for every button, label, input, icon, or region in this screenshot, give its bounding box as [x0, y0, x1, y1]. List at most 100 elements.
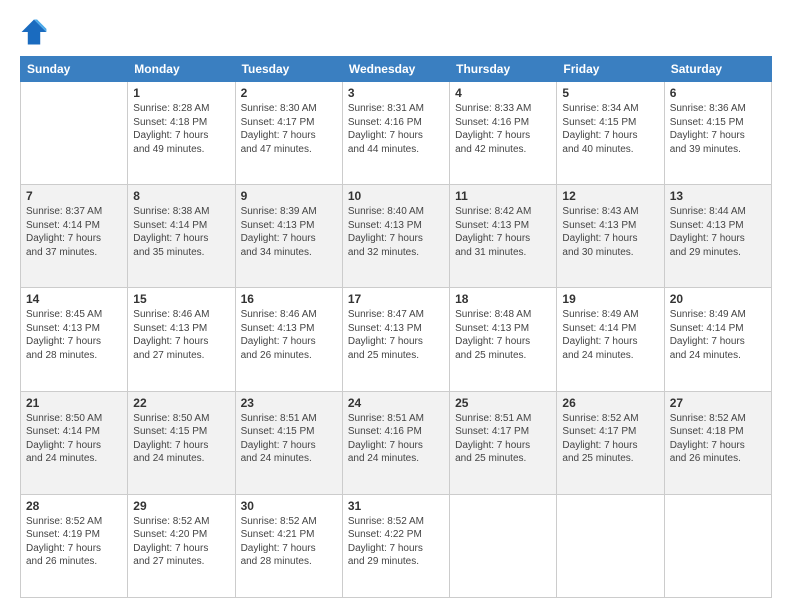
- calendar-cell: 25 Sunrise: 8:51 AM Sunset: 4:17 PM Dayli…: [450, 391, 557, 494]
- calendar-cell: 5Sunrise: 8:34 AM Sunset: 4:15 PM Daylig…: [557, 82, 664, 185]
- logo-icon: [20, 18, 48, 46]
- day-detail: Sunrise: 8:39 AM Sunset: 4:13 PM Dayligh…: [241, 205, 337, 259]
- day-number: 22: [133, 396, 229, 410]
- calendar-cell: [557, 494, 664, 597]
- day-number: 8: [133, 189, 229, 203]
- day-detail: Sunrise: 8:47 AM Sunset: 4:13 PM Dayligh…: [348, 308, 444, 362]
- calendar-cell: 31 Sunrise: 8:52 AM Sunset: 4:22 PM Dayli…: [342, 494, 449, 597]
- calendar-cell: 14Sunrise: 8:45 AM Sunset: 4:13 PM Dayli…: [21, 288, 128, 391]
- calendar-cell: 27Sunrise: 8:52 AM Sunset: 4:18 PM Dayli…: [664, 391, 771, 494]
- calendar-cell: 2 Sunrise: 8:30 AM Sunset: 4:17 PM Daylig…: [235, 82, 342, 185]
- calendar-cell: 12 Sunrise: 8:43 AM Sunset: 4:13 PM Dayli…: [557, 185, 664, 288]
- day-detail: Sunrise: 8:30 AM Sunset: 4:17 PM Dayligh…: [241, 102, 337, 156]
- calendar-cell: 7 Sunrise: 8:37 AM Sunset: 4:14 PM Daylig…: [21, 185, 128, 288]
- day-detail: Sunrise: 8:50 AM Sunset: 4:14 PM Dayligh…: [26, 412, 122, 466]
- day-detail: Sunrise: 8:34 AM Sunset: 4:15 PM Dayligh…: [562, 102, 658, 156]
- day-detail: Sunrise: 8:52 AM Sunset: 4:18 PM Dayligh…: [670, 412, 766, 466]
- calendar-body: 1Sunrise: 8:28 AM Sunset: 4:18 PM Daylig…: [21, 82, 772, 598]
- calendar-cell: 28 Sunrise: 8:52 AM Sunset: 4:19 PM Dayli…: [21, 494, 128, 597]
- day-detail: Sunrise: 8:43 AM Sunset: 4:13 PM Dayligh…: [562, 205, 658, 259]
- day-detail: Sunrise: 8:48 AM Sunset: 4:13 PM Dayligh…: [455, 308, 551, 362]
- day-detail: Sunrise: 8:52 AM Sunset: 4:20 PM Dayligh…: [133, 515, 229, 569]
- day-detail: Sunrise: 8:33 AM Sunset: 4:16 PM Dayligh…: [455, 102, 551, 156]
- day-number: 24: [348, 396, 444, 410]
- logo: [20, 18, 52, 46]
- calendar-cell: 26 Sunrise: 8:52 AM Sunset: 4:17 PM Dayli…: [557, 391, 664, 494]
- header: [20, 18, 772, 46]
- day-detail: Sunrise: 8:49 AM Sunset: 4:14 PM Dayligh…: [562, 308, 658, 362]
- day-number: 12: [562, 189, 658, 203]
- calendar-cell: [21, 82, 128, 185]
- weekday-header-thursday: Thursday: [450, 57, 557, 82]
- calendar-cell: 10 Sunrise: 8:40 AM Sunset: 4:13 PM Dayli…: [342, 185, 449, 288]
- day-detail: Sunrise: 8:49 AM Sunset: 4:14 PM Dayligh…: [670, 308, 766, 362]
- day-detail: Sunrise: 8:52 AM Sunset: 4:17 PM Dayligh…: [562, 412, 658, 466]
- day-number: 6: [670, 86, 766, 100]
- weekday-header-tuesday: Tuesday: [235, 57, 342, 82]
- calendar-cell: 21 Sunrise: 8:50 AM Sunset: 4:14 PM Dayli…: [21, 391, 128, 494]
- day-detail: Sunrise: 8:40 AM Sunset: 4:13 PM Dayligh…: [348, 205, 444, 259]
- day-number: 21: [26, 396, 122, 410]
- calendar-cell: 18 Sunrise: 8:48 AM Sunset: 4:13 PM Dayli…: [450, 288, 557, 391]
- calendar-cell: 13 Sunrise: 8:44 AM Sunset: 4:13 PM Dayli…: [664, 185, 771, 288]
- day-number: 26: [562, 396, 658, 410]
- calendar-cell: 29 Sunrise: 8:52 AM Sunset: 4:20 PM Dayli…: [128, 494, 235, 597]
- day-number: 30: [241, 499, 337, 513]
- calendar-cell: 30 Sunrise: 8:52 AM Sunset: 4:21 PM Dayli…: [235, 494, 342, 597]
- calendar-cell: 17 Sunrise: 8:47 AM Sunset: 4:13 PM Dayli…: [342, 288, 449, 391]
- page: SundayMondayTuesdayWednesdayThursdayFrid…: [0, 0, 792, 612]
- calendar-cell: 11 Sunrise: 8:42 AM Sunset: 4:13 PM Dayli…: [450, 185, 557, 288]
- day-detail: Sunrise: 8:46 AM Sunset: 4:13 PM Dayligh…: [241, 308, 337, 362]
- calendar-cell: 4Sunrise: 8:33 AM Sunset: 4:16 PM Daylig…: [450, 82, 557, 185]
- day-detail: Sunrise: 8:31 AM Sunset: 4:16 PM Dayligh…: [348, 102, 444, 156]
- day-number: 25: [455, 396, 551, 410]
- weekday-header-monday: Monday: [128, 57, 235, 82]
- day-detail: Sunrise: 8:51 AM Sunset: 4:17 PM Dayligh…: [455, 412, 551, 466]
- day-number: 19: [562, 292, 658, 306]
- calendar-week-3: 14Sunrise: 8:45 AM Sunset: 4:13 PM Dayli…: [21, 288, 772, 391]
- day-detail: Sunrise: 8:46 AM Sunset: 4:13 PM Dayligh…: [133, 308, 229, 362]
- day-number: 10: [348, 189, 444, 203]
- day-number: 7: [26, 189, 122, 203]
- day-number: 18: [455, 292, 551, 306]
- calendar-cell: 22 Sunrise: 8:50 AM Sunset: 4:15 PM Dayli…: [128, 391, 235, 494]
- day-number: 9: [241, 189, 337, 203]
- weekday-header-row: SundayMondayTuesdayWednesdayThursdayFrid…: [21, 57, 772, 82]
- calendar-header: SundayMondayTuesdayWednesdayThursdayFrid…: [21, 57, 772, 82]
- day-detail: Sunrise: 8:37 AM Sunset: 4:14 PM Dayligh…: [26, 205, 122, 259]
- day-number: 13: [670, 189, 766, 203]
- calendar-table: SundayMondayTuesdayWednesdayThursdayFrid…: [20, 56, 772, 598]
- calendar-cell: 15 Sunrise: 8:46 AM Sunset: 4:13 PM Dayli…: [128, 288, 235, 391]
- day-number: 17: [348, 292, 444, 306]
- day-detail: Sunrise: 8:51 AM Sunset: 4:16 PM Dayligh…: [348, 412, 444, 466]
- day-detail: Sunrise: 8:51 AM Sunset: 4:15 PM Dayligh…: [241, 412, 337, 466]
- calendar-cell: 20Sunrise: 8:49 AM Sunset: 4:14 PM Dayli…: [664, 288, 771, 391]
- calendar-cell: 9 Sunrise: 8:39 AM Sunset: 4:13 PM Daylig…: [235, 185, 342, 288]
- day-number: 11: [455, 189, 551, 203]
- calendar-week-5: 28 Sunrise: 8:52 AM Sunset: 4:19 PM Dayli…: [21, 494, 772, 597]
- day-detail: Sunrise: 8:52 AM Sunset: 4:21 PM Dayligh…: [241, 515, 337, 569]
- calendar-week-2: 7 Sunrise: 8:37 AM Sunset: 4:14 PM Daylig…: [21, 185, 772, 288]
- day-detail: Sunrise: 8:42 AM Sunset: 4:13 PM Dayligh…: [455, 205, 551, 259]
- day-detail: Sunrise: 8:50 AM Sunset: 4:15 PM Dayligh…: [133, 412, 229, 466]
- day-number: 28: [26, 499, 122, 513]
- weekday-header-wednesday: Wednesday: [342, 57, 449, 82]
- weekday-header-saturday: Saturday: [664, 57, 771, 82]
- day-number: 15: [133, 292, 229, 306]
- day-detail: Sunrise: 8:52 AM Sunset: 4:22 PM Dayligh…: [348, 515, 444, 569]
- day-number: 31: [348, 499, 444, 513]
- weekday-header-friday: Friday: [557, 57, 664, 82]
- day-number: 3: [348, 86, 444, 100]
- day-detail: Sunrise: 8:45 AM Sunset: 4:13 PM Dayligh…: [26, 308, 122, 362]
- day-number: 1: [133, 86, 229, 100]
- day-number: 29: [133, 499, 229, 513]
- day-number: 2: [241, 86, 337, 100]
- day-detail: Sunrise: 8:36 AM Sunset: 4:15 PM Dayligh…: [670, 102, 766, 156]
- calendar-cell: [450, 494, 557, 597]
- calendar-cell: 1Sunrise: 8:28 AM Sunset: 4:18 PM Daylig…: [128, 82, 235, 185]
- calendar-week-1: 1Sunrise: 8:28 AM Sunset: 4:18 PM Daylig…: [21, 82, 772, 185]
- calendar-week-4: 21 Sunrise: 8:50 AM Sunset: 4:14 PM Dayli…: [21, 391, 772, 494]
- day-number: 16: [241, 292, 337, 306]
- day-detail: Sunrise: 8:52 AM Sunset: 4:19 PM Dayligh…: [26, 515, 122, 569]
- day-detail: Sunrise: 8:44 AM Sunset: 4:13 PM Dayligh…: [670, 205, 766, 259]
